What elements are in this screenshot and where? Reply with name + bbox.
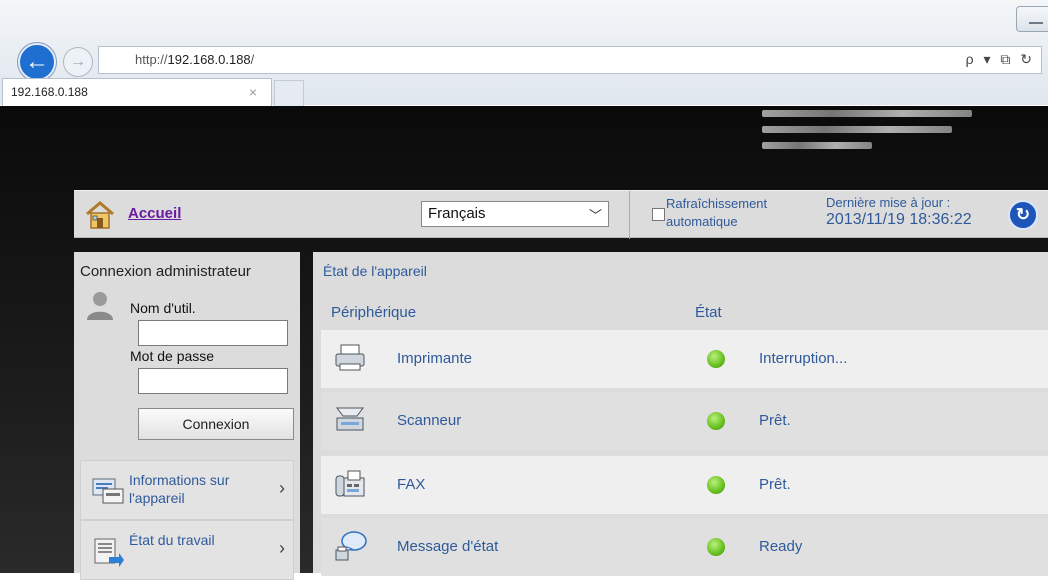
new-tab-button[interactable] (274, 80, 304, 106)
chevron-right-icon: › (279, 538, 285, 558)
sidebar-item-label: État du travail (129, 532, 215, 548)
device-info-block (762, 110, 982, 158)
url-prefix: http:// (135, 52, 168, 67)
device-state: Prêt. (759, 476, 791, 493)
device-name: Message d'état (397, 538, 499, 555)
printer-icon (335, 344, 365, 371)
refresh-button[interactable]: ↻ (1008, 200, 1038, 230)
auto-refresh-checkbox[interactable] (652, 208, 665, 221)
url-suffix: / (250, 52, 255, 67)
admin-login-title: Connexion administrateur (80, 263, 251, 280)
scanner-icon (336, 407, 364, 431)
username-label: Nom d'util. (130, 300, 196, 316)
device-name: Scanneur (397, 412, 462, 429)
device-info-icon (92, 478, 124, 504)
device-state: Ready (759, 538, 803, 555)
sidebar-item-label: Informations sur l'appareil (129, 472, 230, 506)
refresh-icon: ↻ (1015, 205, 1031, 224)
message-icon (335, 531, 367, 561)
tab-title: 192.168.0.188 (11, 85, 88, 99)
sidebar-item-device-info[interactable]: Informations sur l'appareil › (80, 460, 294, 520)
device-status-panel: État de l'appareil Périphérique État Imp… (313, 252, 1048, 576)
language-select[interactable]: Français ﹀ (421, 201, 609, 227)
device-row-status-message[interactable]: Message d'état Ready (321, 518, 1048, 576)
status-indicator-icon (707, 476, 725, 494)
login-button[interactable]: Connexion (138, 408, 294, 440)
device-row-printer[interactable]: Imprimante Interruption... (321, 330, 1048, 388)
last-update: Dernière mise à jour : 2013/11/19 18:36:… (826, 195, 972, 228)
device-info-line (762, 142, 872, 149)
url-text[interactable]: http://192.168.0.188/ (135, 52, 254, 67)
fax-icon (335, 470, 365, 497)
home-icon[interactable] (84, 199, 116, 231)
column-header-state: État (695, 304, 722, 321)
device-info-line (762, 110, 972, 117)
browser-tab[interactable]: 192.168.0.188 × (2, 78, 272, 106)
status-indicator-icon (707, 538, 725, 556)
username-field[interactable] (138, 320, 288, 346)
user-icon (87, 292, 113, 320)
device-info-line (762, 126, 952, 133)
forward-button[interactable]: → (63, 47, 93, 77)
address-tools-icons[interactable]: ρ ▾ ⧉ ↻ (966, 51, 1035, 68)
password-field[interactable] (138, 368, 288, 394)
top-toolbar: Accueil Français ﹀ Rafraîchissement auto… (74, 190, 1048, 239)
sidebar-item-job-status[interactable]: État du travail › (80, 520, 294, 580)
auto-refresh-label[interactable]: Rafraîchissement automatique (666, 195, 767, 231)
password-label: Mot de passe (130, 348, 215, 364)
tab-close-icon[interactable]: × (249, 84, 257, 100)
device-state: Prêt. (759, 412, 791, 429)
device-row-fax[interactable]: FAX Prêt. (321, 456, 1048, 514)
address-bar[interactable]: http://192.168.0.188/ ρ ▾ ⧉ ↻ (98, 46, 1042, 74)
job-status-icon (94, 538, 124, 567)
forward-arrow-icon: → (70, 53, 86, 70)
back-button[interactable]: ← (18, 43, 56, 81)
back-arrow-icon: ← (25, 48, 49, 75)
device-name: Imprimante (397, 350, 473, 367)
status-indicator-icon (707, 412, 725, 430)
device-row-scanner[interactable]: Scanneur Prêt. (321, 392, 1048, 450)
browser-chrome: ← → http://192.168.0.188/ ρ ▾ ⧉ ↻ 192.16… (0, 0, 1048, 106)
chevron-down-icon: ﹀ (588, 208, 602, 223)
toolbar-divider (629, 191, 630, 239)
window-minimize-button[interactable] (1016, 6, 1048, 32)
column-header-device: Périphérique (331, 304, 417, 321)
last-update-timestamp: 2013/11/19 18:36:22 (826, 211, 972, 228)
status-indicator-icon (707, 350, 725, 368)
device-name: FAX (397, 476, 426, 493)
home-link[interactable]: Accueil (128, 205, 181, 222)
chevron-right-icon: › (279, 478, 285, 498)
language-selected-value: Français (428, 205, 486, 222)
panel-title: État de l'appareil (323, 263, 427, 279)
url-host: 192.168.0.188 (167, 52, 251, 67)
device-state: Interruption... (759, 350, 848, 367)
last-update-label: Dernière mise à jour : (826, 195, 951, 210)
sidebar: Connexion administrateur Nom d'util. Mot… (74, 252, 300, 580)
